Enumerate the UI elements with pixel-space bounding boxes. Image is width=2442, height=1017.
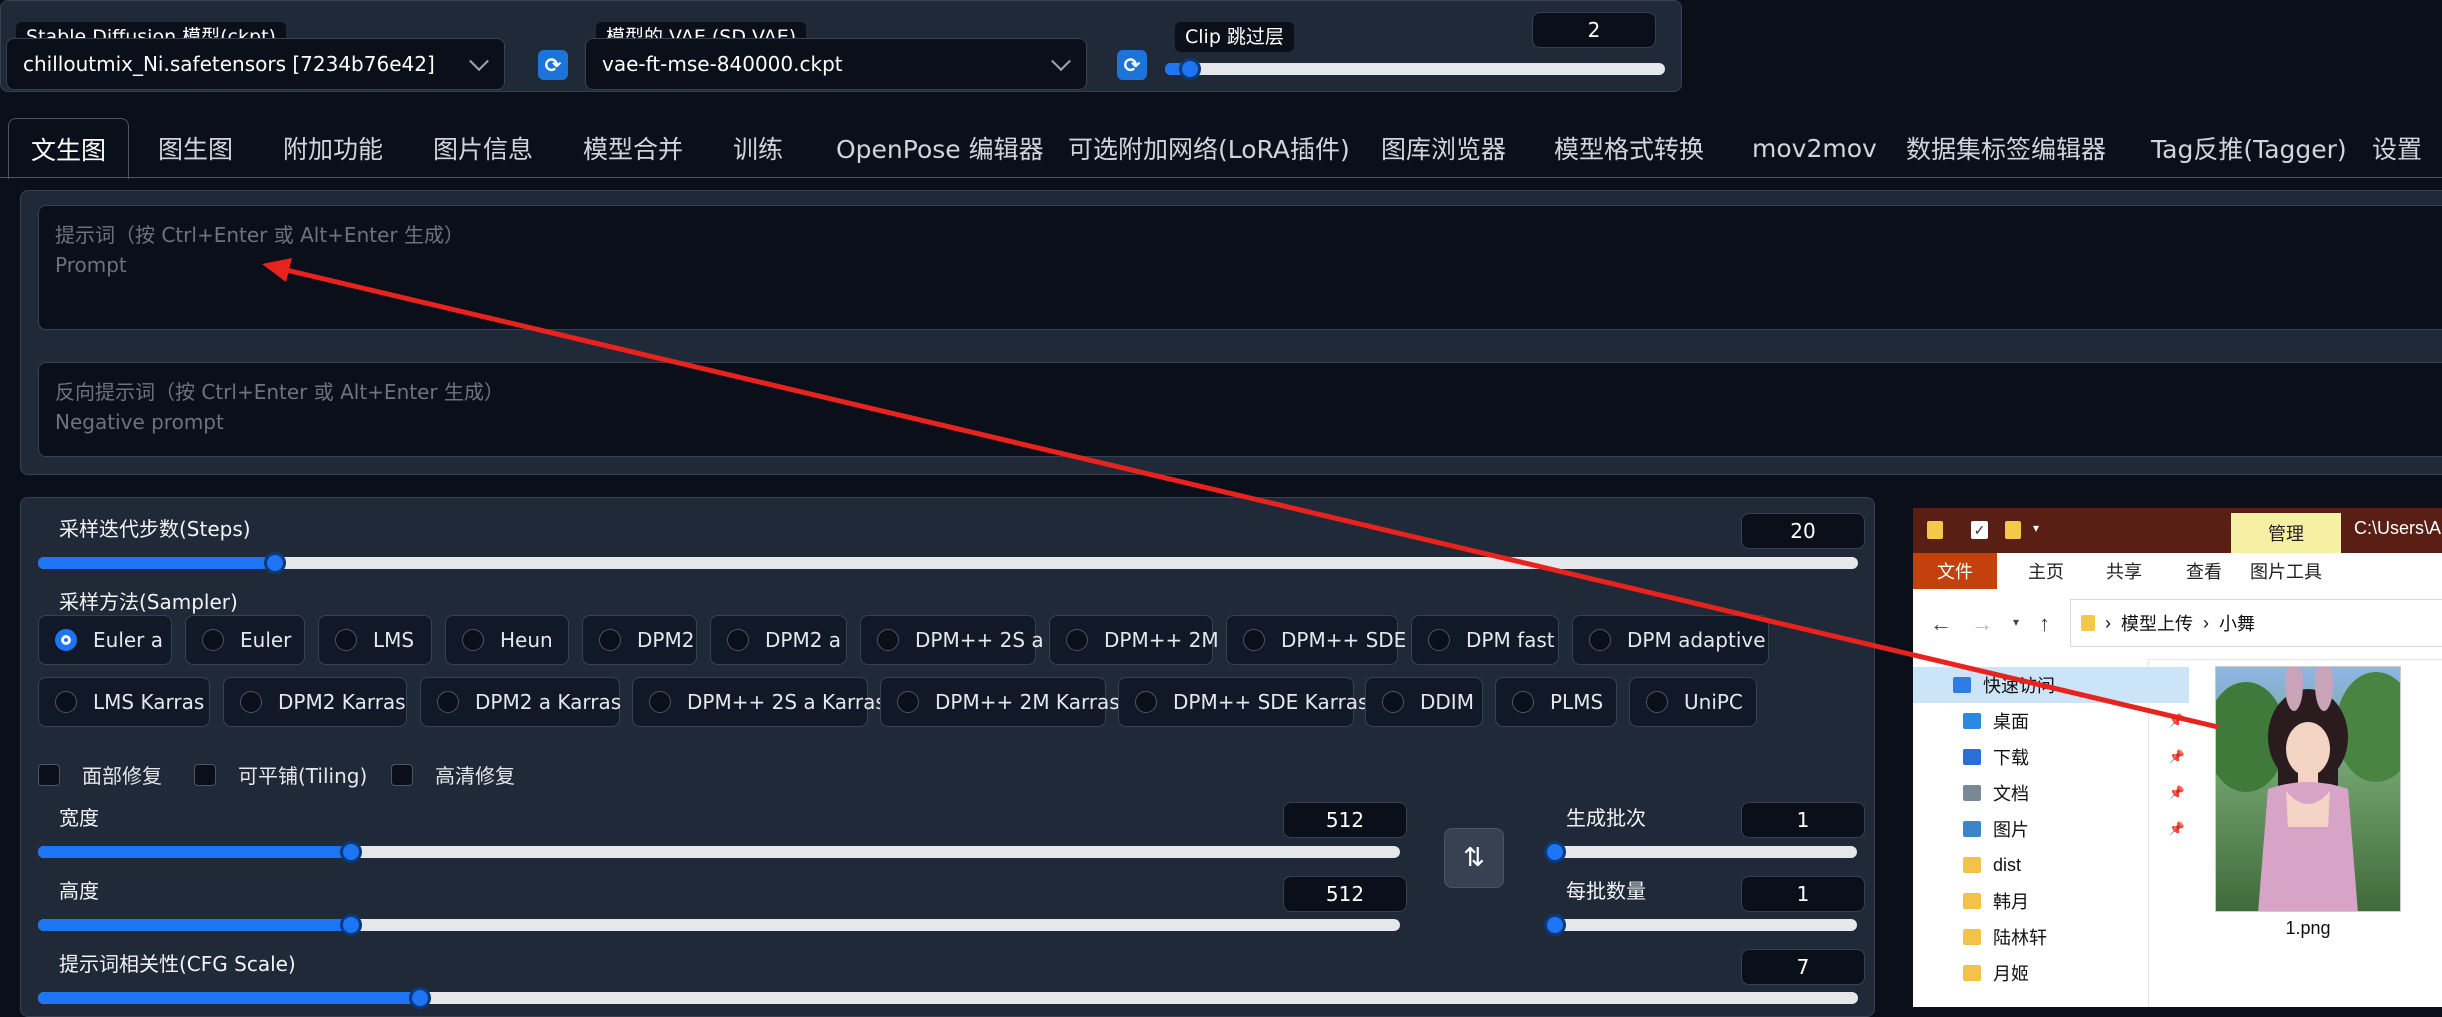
annotation-arrow-head	[262, 258, 292, 282]
annotation-arrow-line	[281, 266, 2219, 730]
annotation-arrow	[262, 258, 2219, 730]
